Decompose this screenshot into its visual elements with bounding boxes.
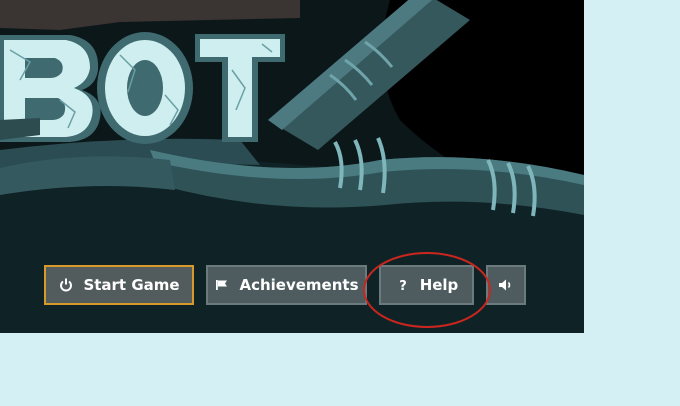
power-icon bbox=[58, 277, 74, 293]
question-icon: ? bbox=[395, 277, 411, 293]
achievements-button[interactable]: Achievements bbox=[206, 265, 367, 305]
help-label: Help bbox=[419, 276, 459, 294]
svg-text:?: ? bbox=[399, 279, 407, 292]
page: Start Game Achievements ? Help bbox=[0, 0, 680, 406]
achievements-label: Achievements bbox=[239, 276, 359, 294]
game-canvas[interactable]: Start Game Achievements ? Help bbox=[0, 0, 584, 333]
help-button[interactable]: ? Help bbox=[379, 265, 474, 305]
start-game-button[interactable]: Start Game bbox=[44, 265, 194, 305]
start-game-label: Start Game bbox=[83, 276, 180, 294]
game-logo bbox=[0, 32, 285, 144]
flag-icon bbox=[214, 277, 230, 293]
sound-toggle-button[interactable] bbox=[486, 265, 526, 305]
speaker-icon bbox=[498, 277, 514, 293]
main-menu: Start Game Achievements ? Help bbox=[44, 265, 526, 305]
